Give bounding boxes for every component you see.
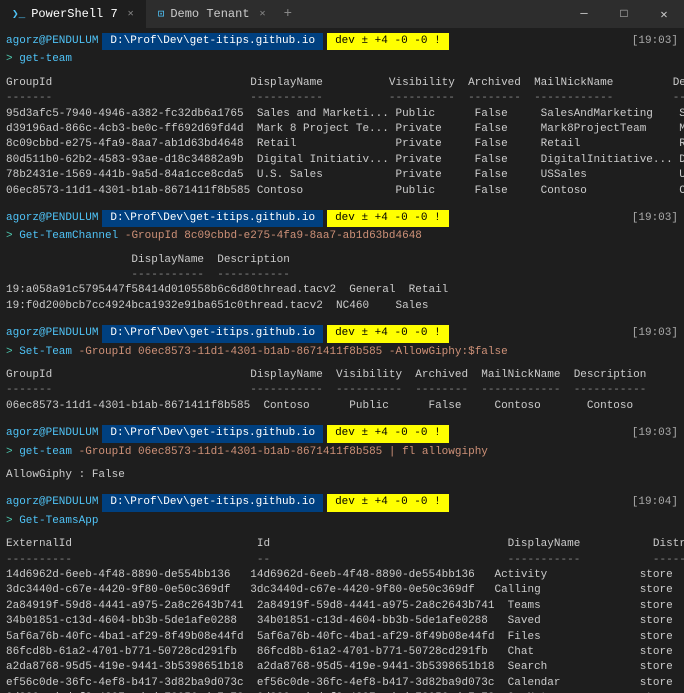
section1-sep: ------- ----------- ---------- -------- … (6, 91, 678, 106)
section2-headers: DisplayName Description (6, 253, 678, 268)
user-5: agorz@PENDULUM (6, 495, 98, 510)
time-3: [19:03] (632, 326, 678, 341)
git-4: dev ± +4 -0 -0 ! (327, 425, 449, 442)
time-5: [19:04] (632, 495, 678, 510)
prompt-1: agorz@PENDULUM D:\Prof\Dev\get-itips.git… (6, 33, 678, 50)
cmd-2: > Get-TeamChannel -GroupId 8c09cbbd-e275… (6, 229, 678, 244)
minimize-button[interactable]: ─ (564, 0, 604, 28)
time-4: [19:03] (632, 426, 678, 441)
table-row: 14d6962d-6eeb-4f48-8890-de554bb136 14d69… (6, 568, 678, 583)
table-row: 95d3afc5-7940-4946-a382-fc32db6a1765 Sal… (6, 107, 678, 122)
cmd-4-name: get-team (19, 446, 72, 458)
table-row: 19:a058a91c5795447f58414d010558b6c6d80th… (6, 283, 678, 298)
tab-powershell-label: PowerShell 7 (31, 7, 117, 21)
user-2: agorz@PENDULUM (6, 211, 98, 226)
cmd-1-name: get-team (19, 53, 72, 65)
cmd-5-name: Get-TeamsApp (19, 515, 98, 527)
user-3: agorz@PENDULUM (6, 326, 98, 341)
table-row: 80d511b0-62b2-4583-93ae-d18c34882a9b Dig… (6, 153, 678, 168)
prompt-2: agorz@PENDULUM D:\Prof\Dev\get-itips.git… (6, 210, 678, 227)
tab-demotenant-close[interactable]: ✕ (260, 8, 266, 20)
prompt-5: agorz@PENDULUM D:\Prof\Dev\get-itips.git… (6, 494, 678, 511)
tab-demotenant-label: Demo Tenant (170, 7, 249, 21)
tab-powershell-close[interactable]: ✕ (128, 8, 134, 20)
path-5: D:\Prof\Dev\get-itips.github.io (102, 494, 323, 511)
table-row: 8c09cbbd-e275-4fa9-8aa7-ab1d63bd4648 Ret… (6, 137, 678, 152)
table-row: 34b01851-c13d-4604-bb3b-5de1afe0288 34b0… (6, 614, 678, 629)
cmd-1: > get-team (6, 52, 678, 67)
time-1: [19:03] (632, 34, 678, 49)
powershell-icon: ❯_ (12, 7, 25, 21)
prompt-3: agorz@PENDULUM D:\Prof\Dev\get-itips.git… (6, 325, 678, 342)
table-row: 5af6a76b-40fc-4ba1-af29-8f49b08e44fd 5af… (6, 630, 678, 645)
git-5: dev ± +4 -0 -0 ! (327, 494, 449, 511)
time-2: [19:03] (632, 211, 678, 226)
section2-sep: ----------- ----------- (6, 268, 678, 283)
cmd-3: > Set-Team -GroupId 06ec8573-11d1-4301-b… (6, 345, 678, 360)
table-row: 2a84919f-59d8-4441-a975-2a8c2643b741 2a8… (6, 599, 678, 614)
git-2: dev ± +4 -0 -0 ! (327, 210, 449, 227)
tab-powershell[interactable]: ❯_ PowerShell 7 ✕ (0, 0, 146, 28)
section3-headers: GroupId DisplayName Visibility Archived … (6, 368, 678, 383)
window-controls: ─ □ ✕ (564, 0, 684, 28)
table-row: ef56c0de-36fc-4ef8-b417-3d82ba9d073c ef5… (6, 676, 678, 691)
table-row: a2da8768-95d5-419e-9441-3b5398651b18 a2d… (6, 660, 678, 675)
section5-sep: ---------- -- ----------- --------------… (6, 553, 678, 568)
git-1: dev ± +4 -0 -0 ! (327, 33, 449, 50)
demotenant-icon: ⊡ (158, 7, 165, 21)
section3-sep: ------- ----------- ---------- -------- … (6, 383, 678, 398)
close-button[interactable]: ✕ (644, 0, 684, 28)
section5-headers: ExternalId Id DisplayName DistributionMe… (6, 537, 678, 552)
cmd-3-param: -GroupId 06ec8573-11d1-4301-b1ab-8671411… (79, 346, 508, 358)
title-bar: ❯_ PowerShell 7 ✕ ⊡ Demo Tenant ✕ + ─ □ … (0, 0, 684, 28)
new-tab-button[interactable]: + (278, 6, 298, 22)
path-3: D:\Prof\Dev\get-itips.github.io (102, 325, 323, 342)
table-row: 86fcd8b-61a2-4701-b771-50728cd291fb 86fc… (6, 645, 678, 660)
table-row: 78b2431e-1569-441b-9a5d-84a1cce8cda5 U.S… (6, 168, 678, 183)
user-4: agorz@PENDULUM (6, 426, 98, 441)
table-row: 3dc3440d-c67e-4420-9f80-0e50c369df 3dc34… (6, 583, 678, 598)
maximize-button[interactable]: □ (604, 0, 644, 28)
path-4: D:\Prof\Dev\get-itips.github.io (102, 425, 323, 442)
prompt-4: agorz@PENDULUM D:\Prof\Dev\get-itips.git… (6, 425, 678, 442)
tab-demotenant[interactable]: ⊡ Demo Tenant ✕ (146, 0, 278, 28)
cmd-4-param: -GroupId 06ec8573-11d1-4301-b1ab-8671411… (79, 446, 488, 458)
cmd-2-name: Get-TeamChannel (19, 230, 118, 242)
cmd-2-param: -GroupId 8c09cbbd-e275-4fa9-8aa7-ab1d63b… (125, 230, 422, 242)
git-3: dev ± +4 -0 -0 ! (327, 325, 449, 342)
path-2: D:\Prof\Dev\get-itips.github.io (102, 210, 323, 227)
path-1: D:\Prof\Dev\get-itips.github.io (102, 33, 323, 50)
table-row: d39196ad-866c-4cb3-be0c-ff692d69fd4d Mar… (6, 122, 678, 137)
user-1: agorz@PENDULUM (6, 34, 98, 49)
table-row: 19:f0d200bcb7cc4924bca1932e91ba651c0thre… (6, 299, 678, 314)
allowgiphy-output: AllowGiphy : False (6, 468, 678, 483)
cmd-3-name: Set-Team (19, 346, 72, 358)
cmd-4: > get-team -GroupId 06ec8573-11d1-4301-b… (6, 445, 678, 460)
terminal[interactable]: agorz@PENDULUM D:\Prof\Dev\get-itips.git… (0, 28, 684, 693)
table-row: 06ec8573-11d1-4301-b1ab-8671411f8b585 Co… (6, 399, 678, 414)
section1-headers: GroupId DisplayName Visibility Archived … (6, 76, 678, 91)
table-row: 06ec8573-11d1-4301-b1ab-8671411f8b585 Co… (6, 184, 678, 199)
cmd-5: > Get-TeamsApp (6, 514, 678, 529)
